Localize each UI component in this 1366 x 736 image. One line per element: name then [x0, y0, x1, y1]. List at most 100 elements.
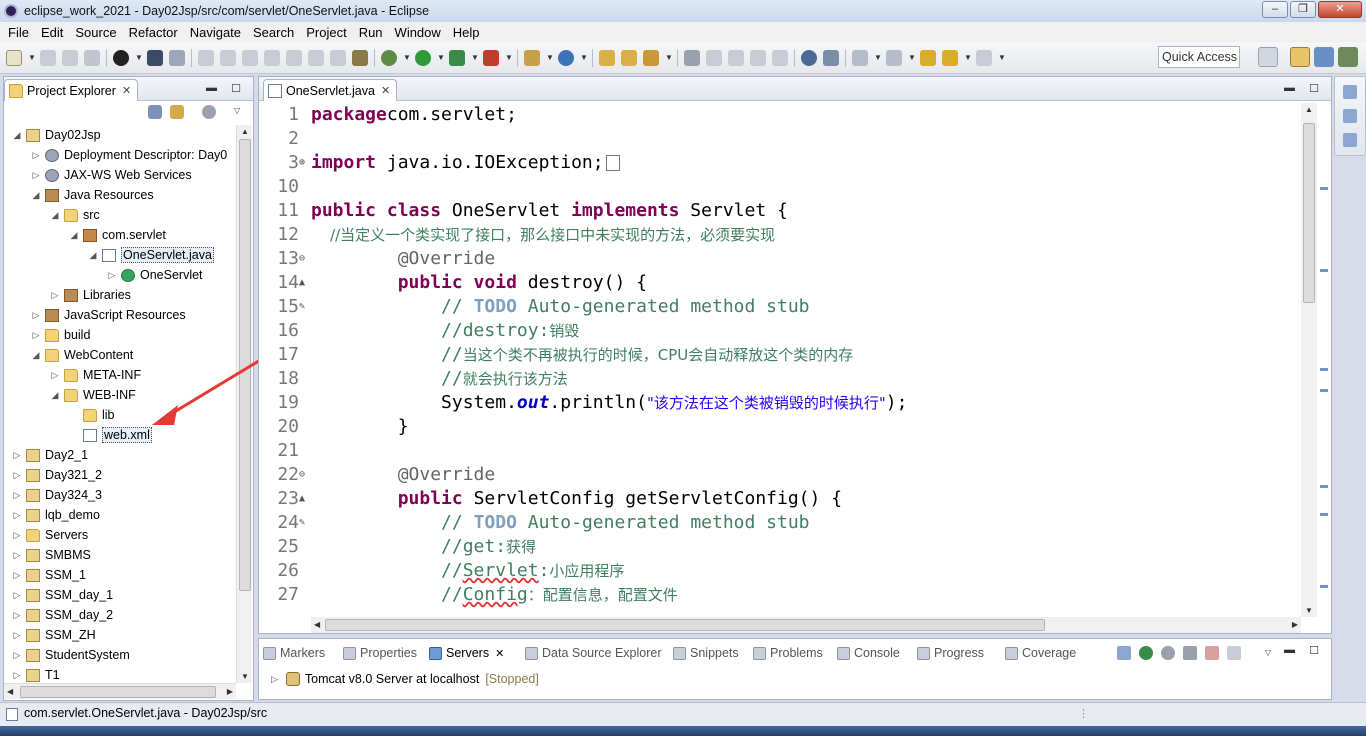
- expand-toggle-icon[interactable]: ▷: [12, 590, 22, 601]
- expand-toggle-icon[interactable]: ▷: [12, 550, 22, 561]
- search-pencil-icon[interactable]: [643, 49, 659, 66]
- collapse-toggle-icon[interactable]: ◢: [50, 210, 60, 221]
- collapse-fold-icon[interactable]: ⊖: [299, 247, 309, 271]
- collapse-toggle-icon[interactable]: ◢: [31, 190, 41, 201]
- debug-icon[interactable]: [381, 49, 397, 66]
- override-marker-icon[interactable]: ▲: [299, 271, 309, 295]
- new-server-icon[interactable]: [524, 49, 540, 66]
- last-edit-icon[interactable]: [920, 49, 936, 66]
- back-icon[interactable]: [942, 49, 958, 66]
- open-perspective-icon[interactable]: [1258, 47, 1278, 67]
- expand-toggle-icon[interactable]: ▷: [12, 570, 22, 581]
- menu-file[interactable]: File: [4, 25, 37, 40]
- profile-server-icon[interactable]: [1183, 646, 1197, 660]
- code-line[interactable]: 27 //Config：配置信息，配置文件: [259, 583, 1299, 607]
- next-annotation-icon[interactable]: [852, 49, 868, 66]
- expand-toggle-icon[interactable]: ▷: [12, 490, 22, 501]
- pin-icon[interactable]: [823, 49, 839, 66]
- collapse-all-icon[interactable]: [148, 105, 162, 119]
- code-line[interactable]: 20 }: [259, 415, 1299, 439]
- view-menu-icon[interactable]: ▽: [1265, 645, 1271, 661]
- tree-item[interactable]: ◢ OneServlet.java: [88, 245, 214, 265]
- collapse-toggle-icon[interactable]: ◢: [12, 130, 22, 141]
- debug-perspective-icon[interactable]: [1338, 47, 1358, 67]
- next-annotation-dropdown-icon[interactable]: ▼: [874, 50, 882, 66]
- scroll-right-icon[interactable]: ▶: [227, 687, 233, 696]
- task-list-icon[interactable]: [1343, 133, 1357, 147]
- tree-item[interactable]: ▷ Servers: [12, 525, 89, 545]
- code-line[interactable]: 25 //get:获得: [259, 535, 1299, 559]
- coverage-icon[interactable]: [449, 49, 465, 66]
- suspend-icon[interactable]: [220, 49, 236, 66]
- expand-toggle-icon[interactable]: ▷: [50, 370, 60, 381]
- word-wrap-icon[interactable]: [728, 49, 744, 66]
- tree-item[interactable]: ◢ Day02Jsp: [12, 125, 101, 145]
- tree-item[interactable]: ▷ SSM_day_1: [12, 585, 114, 605]
- tree-item[interactable]: lib: [69, 405, 115, 425]
- code-line[interactable]: 24 ✎ // TODO Auto-generated method stub: [259, 511, 1299, 535]
- collapse-toggle-icon[interactable]: ◢: [69, 230, 79, 241]
- debug-server-icon[interactable]: [1139, 646, 1153, 660]
- filters-icon[interactable]: [202, 105, 216, 119]
- publish-icon[interactable]: [1227, 646, 1241, 660]
- expand-toggle-icon[interactable]: ▷: [12, 630, 22, 641]
- code-line[interactable]: 17 //当这个类不再被执行的时候，CPU会自动释放这个类的内存: [259, 343, 1299, 367]
- new-server-dropdown-icon[interactable]: ▼: [546, 50, 554, 66]
- prev-annotation-icon[interactable]: [886, 49, 902, 66]
- tree-item[interactable]: ▷ SMBMS: [12, 545, 91, 565]
- toggle-block-selection-icon[interactable]: [706, 49, 722, 66]
- maximize-icon[interactable]: ☐: [1309, 82, 1319, 95]
- stop-server-icon[interactable]: [1205, 646, 1219, 660]
- scroll-down-icon[interactable]: ▼: [241, 672, 249, 681]
- tree-item[interactable]: ▷ Day324_3: [12, 485, 102, 505]
- code-line[interactable]: 12 //当定义一个类实现了接口，那么接口中未实现的方法，必须要实现: [259, 223, 1299, 247]
- code-area[interactable]: 1 packagecom.servlet; 2 3 ⊕ import java.io.IO…: [259, 103, 1300, 617]
- java-ee-perspective-icon[interactable]: [1290, 47, 1310, 67]
- expand-toggle-icon[interactable]: ▷: [12, 450, 22, 461]
- profile-dropdown-icon[interactable]: ▼: [135, 50, 143, 66]
- new-class-dropdown-icon[interactable]: ▼: [580, 50, 588, 66]
- code-line[interactable]: 16 //destroy:销毁: [259, 319, 1299, 343]
- print-icon[interactable]: [84, 49, 100, 66]
- menu-run[interactable]: Run: [355, 25, 391, 40]
- collapse-icon[interactable]: [1117, 646, 1131, 660]
- tab-snippets[interactable]: Snippets: [673, 643, 739, 663]
- pilcrow-icon[interactable]: [772, 49, 788, 66]
- tree-item[interactable]: ▷ build: [31, 325, 91, 345]
- code-line[interactable]: 10: [259, 175, 1299, 199]
- external-tools-icon[interactable]: [483, 49, 499, 66]
- editor-vertical-scrollbar[interactable]: ▲ ▼: [1301, 103, 1317, 617]
- ruler-mark[interactable]: [1320, 187, 1328, 190]
- minimize-icon[interactable]: ▬: [206, 82, 217, 94]
- use-step-filters-icon[interactable]: [352, 49, 368, 66]
- open-folder-icon[interactable]: [621, 49, 637, 66]
- step-into-icon[interactable]: [286, 49, 302, 66]
- tree-item[interactable]: ▷ Day321_2: [12, 465, 102, 485]
- expand-toggle-icon[interactable]: ▷: [12, 670, 22, 681]
- expand-toggle-icon[interactable]: ▷: [12, 610, 22, 621]
- code-line[interactable]: 13 ⊖ @Override: [259, 247, 1299, 271]
- scroll-up-icon[interactable]: ▲: [1305, 105, 1313, 114]
- code-line[interactable]: 23 ▲ public ServletConfig getServletConfi…: [259, 487, 1299, 511]
- tree-item[interactable]: ▷ T1: [12, 665, 60, 683]
- scroll-left-icon[interactable]: ◀: [7, 687, 13, 696]
- tab-oneservlet-java[interactable]: OneServlet.java ✕: [263, 79, 398, 101]
- expand-toggle-icon[interactable]: ▷: [12, 530, 22, 541]
- tree-item[interactable]: ▷ JAX-WS Web Services: [31, 165, 192, 185]
- tree-item[interactable]: ▷ Libraries: [50, 285, 131, 305]
- close-icon[interactable]: ✕: [495, 647, 504, 660]
- task-marker-icon[interactable]: ✎: [299, 511, 309, 535]
- start-server-icon[interactable]: [1161, 646, 1175, 660]
- tab-problems[interactable]: Problems: [753, 643, 823, 663]
- new-java-class-icon[interactable]: [558, 49, 574, 66]
- skip-breakpoints-icon[interactable]: [169, 49, 185, 66]
- search-dropdown-icon[interactable]: ▼: [665, 50, 673, 66]
- menu-edit[interactable]: Edit: [37, 25, 71, 40]
- code-line[interactable]: 2: [259, 127, 1299, 151]
- expand-fold-icon[interactable]: ⊕: [299, 151, 309, 175]
- minimize-button[interactable]: –: [1262, 1, 1288, 18]
- expand-toggle-icon[interactable]: ▷: [12, 510, 22, 521]
- ruler-mark[interactable]: [1320, 368, 1328, 371]
- expand-toggle-icon[interactable]: ▷: [31, 310, 41, 321]
- expand-toggle-icon[interactable]: ▷: [107, 270, 117, 281]
